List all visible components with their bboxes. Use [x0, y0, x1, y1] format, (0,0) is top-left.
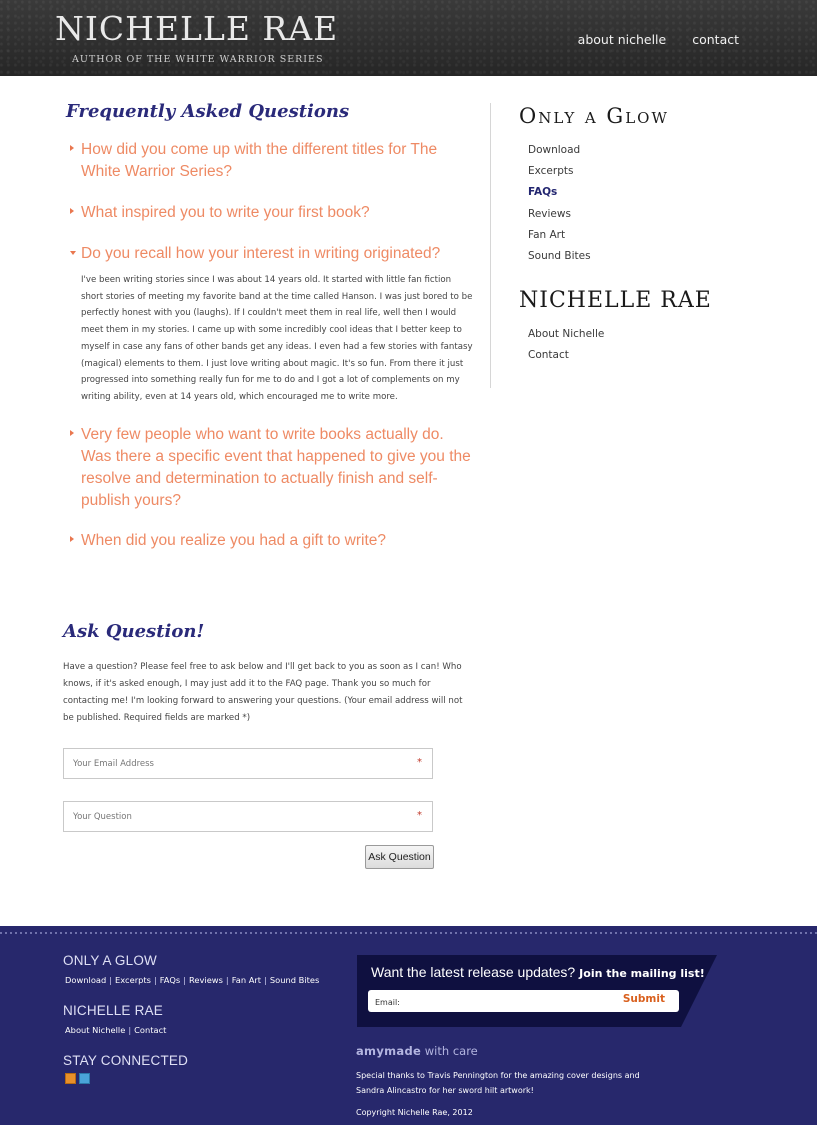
footer-link-excerpts[interactable]: Excerpts — [115, 975, 151, 985]
faq-item[interactable]: Do you recall how your interest in writi… — [70, 243, 475, 424]
sidebar-item-about-nichelle[interactable]: About Nichelle — [528, 327, 604, 348]
triangle-right-icon — [70, 430, 74, 436]
sidebar-item-excerpts[interactable]: Excerpts — [528, 164, 591, 185]
footer-link-about-nichelle[interactable]: About Nichelle — [65, 1025, 125, 1035]
ask-question-button[interactable]: Ask Question — [365, 845, 434, 869]
sidebar-item-faqs[interactable]: FAQs — [528, 185, 591, 206]
sidebar-title-only-a-glow: Only a Glow — [519, 104, 669, 128]
mailing-list-panel: Want the latest release updates? Join the… — [357, 955, 717, 1027]
site-title[interactable]: NICHELLE RAE — [55, 9, 338, 48]
mailing-email-input[interactable] — [368, 991, 608, 1014]
sidebar-item-download[interactable]: Download — [528, 143, 591, 164]
footer-link-fan-art[interactable]: Fan Art — [232, 975, 261, 985]
link-separator: | — [153, 975, 157, 985]
footer-title-only-a-glow: ONLY A GLOW — [63, 953, 157, 968]
nav-about-nichelle[interactable]: about nichelle — [578, 32, 667, 47]
footer-link-download[interactable]: Download — [65, 975, 106, 985]
mailing-submit-button[interactable]: Submit — [623, 993, 665, 1005]
triangle-right-icon — [70, 536, 74, 542]
footer-copyright: Copyright Nichelle Rae, 2012 — [356, 1108, 473, 1117]
site-tagline: AUTHOR OF THE WHITE WARRIOR SERIES — [72, 54, 324, 65]
ask-heading: Ask Question! — [63, 621, 205, 642]
sidebar-item-fan-art[interactable]: Fan Art — [528, 228, 591, 249]
faq-item[interactable]: Very few people who want to write books … — [70, 424, 475, 530]
sidebar-book-menu: Download Excerpts FAQs Reviews Fan Art S… — [528, 143, 591, 270]
faq-answer: I've been writing stories since I was ab… — [81, 275, 473, 402]
sidebar-item-sound-bites[interactable]: Sound Bites — [528, 249, 591, 270]
required-mark: * — [417, 757, 422, 768]
footer-thanks: Special thanks to Travis Pennington for … — [356, 1071, 640, 1095]
question-input[interactable] — [64, 802, 394, 831]
sidebar-divider — [490, 103, 491, 388]
credit-brand: amymade — [356, 1044, 422, 1058]
credit-suffix: with care — [424, 1044, 478, 1058]
social-links — [65, 1073, 90, 1084]
email-input[interactable] — [64, 749, 394, 778]
required-mark: * — [417, 810, 422, 821]
footer-title-nichelle-rae: NICHELLE RAE — [63, 1003, 163, 1018]
sidebar-item-reviews[interactable]: Reviews — [528, 207, 591, 228]
triangle-down-icon — [70, 251, 76, 255]
footer-link-contact[interactable]: Contact — [134, 1025, 166, 1035]
faq-item[interactable]: What inspired you to write your first bo… — [70, 202, 475, 243]
mailing-list-heading: Want the latest release updates? Join the… — [371, 962, 705, 981]
mailing-headline: Want the latest release updates? — [371, 964, 576, 980]
nav-contact[interactable]: contact — [692, 32, 739, 47]
faq-item[interactable]: When did you realize you had a gift to w… — [70, 530, 475, 560]
twitter-icon[interactable] — [79, 1073, 90, 1084]
sidebar-title-nichelle-rae: NICHELLE RAE — [519, 288, 712, 313]
link-separator: | — [264, 975, 267, 985]
question-field: * — [63, 801, 433, 832]
footer-dotted-border — [0, 932, 817, 934]
faq-question[interactable]: Do you recall how your interest in writi… — [81, 243, 475, 265]
footer-book-links: Download | Excerpts | FAQs | Reviews | Fan Art | S… — [65, 975, 319, 985]
top-nav: about nichelle contact — [578, 32, 739, 47]
sidebar-item-contact[interactable]: Contact — [528, 348, 604, 369]
rss-icon[interactable] — [65, 1073, 76, 1084]
link-separator: | — [128, 1025, 132, 1035]
faq-question[interactable]: What inspired you to write your first bo… — [81, 202, 475, 224]
footer-title-stay-connected: STAY CONNECTED — [63, 1053, 189, 1068]
footer-link-faqs[interactable]: FAQs — [160, 975, 180, 985]
mailing-form: Submit — [368, 990, 679, 1014]
link-separator: | — [225, 975, 229, 985]
site-header: NICHELLE RAE AUTHOR OF THE WHITE WARRIOR… — [0, 0, 817, 76]
faq-heading: Frequently Asked Questions — [66, 101, 350, 122]
faq-list: How did you come up with the different t… — [70, 139, 475, 560]
footer-author-links: About Nichelle | Contact — [65, 1025, 166, 1035]
link-separator: | — [109, 975, 113, 985]
faq-question[interactable]: Very few people who want to write books … — [81, 424, 475, 512]
faq-item[interactable]: How did you come up with the different t… — [70, 139, 475, 202]
email-field: * — [63, 748, 433, 779]
sidebar-author-menu: About Nichelle Contact — [528, 327, 604, 369]
link-separator: | — [183, 975, 186, 985]
triangle-right-icon — [70, 145, 74, 151]
footer-link-sound-bites[interactable]: Sound Bites — [270, 975, 319, 985]
amymade-credit[interactable]: amymade with care — [356, 1044, 478, 1058]
footer-link-reviews[interactable]: Reviews — [189, 975, 223, 985]
mailing-subline: Join the mailing list! — [579, 967, 705, 980]
faq-question[interactable]: When did you realize you had a gift to w… — [81, 530, 475, 552]
triangle-right-icon — [70, 208, 74, 214]
faq-question[interactable]: How did you come up with the different t… — [81, 139, 475, 183]
ask-intro: Have a question? Please feel free to ask… — [63, 662, 463, 723]
